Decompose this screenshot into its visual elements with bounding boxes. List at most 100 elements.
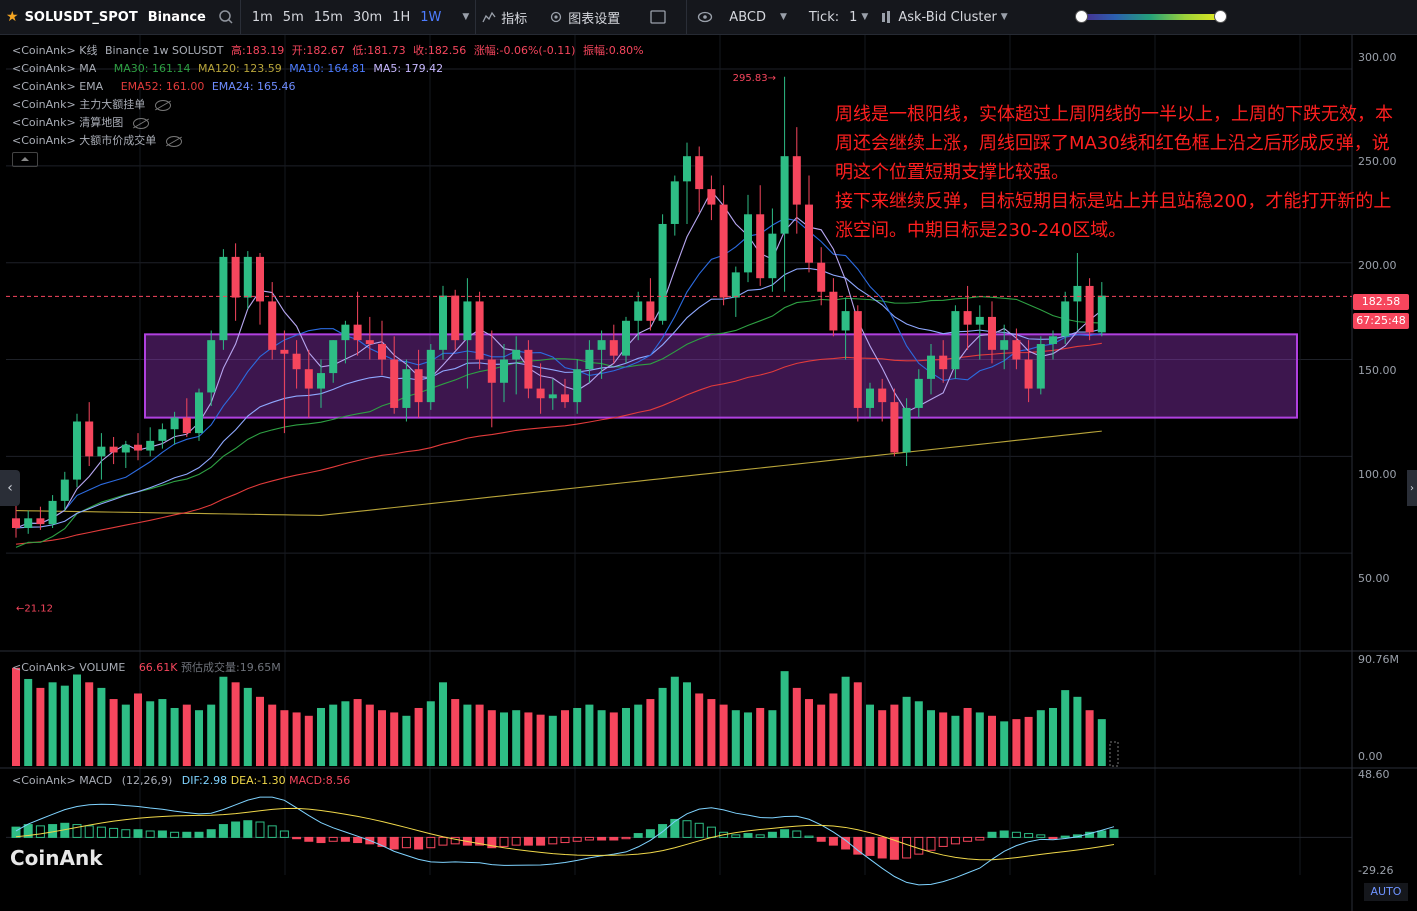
candle-body — [134, 444, 142, 451]
indicator-legend-liquidation[interactable]: <CoinAnk> 清算地图 — [12, 114, 153, 132]
volume-bar — [634, 704, 643, 766]
macd-histogram-bar — [816, 836, 826, 842]
volume-bar — [524, 712, 533, 766]
symbol-selector[interactable]: ★ SOLUSDT_SPOT Binance — [0, 0, 212, 34]
volume-bar — [182, 704, 191, 766]
macd-histogram-bar — [682, 820, 692, 838]
screenshot-button[interactable] — [644, 0, 672, 34]
macd-histogram-bar — [1097, 830, 1107, 838]
macd-histogram-bar — [902, 836, 912, 859]
ma10-value: MA10: 164.81 — [289, 62, 366, 75]
indicator-name: <CoinAnk> 清算地图 — [12, 116, 124, 129]
volume-bar — [256, 696, 264, 766]
coinank-logo: CoinAnk — [10, 846, 103, 870]
volume-bar — [85, 682, 94, 766]
kline-legend: <CoinAnk> K线 Binance 1w SOLUSDT 高:183.19… — [12, 42, 648, 60]
interval-15m[interactable]: 15m — [309, 10, 348, 25]
tick-value: 1 — [849, 9, 858, 25]
volume-bar — [1097, 719, 1106, 766]
macd-histogram-bar — [1060, 835, 1070, 838]
macd-histogram-bar — [780, 829, 790, 838]
chevron-down-icon[interactable]: ▼ — [462, 12, 469, 22]
macd-legend: <CoinAnk> MACD (12,26,9) DIF:2.98 DEA:-1… — [12, 774, 350, 787]
abcd-selector[interactable]: ABCD ▼ — [723, 0, 793, 34]
candle-body — [1073, 285, 1082, 302]
macd-histogram-bar — [279, 830, 289, 838]
eye-hidden-icon[interactable] — [133, 117, 150, 129]
interval-1m[interactable]: 1m — [247, 10, 278, 25]
candle-body — [817, 262, 826, 292]
volume-bar — [134, 693, 142, 766]
auto-scale-button[interactable]: AUTO — [1364, 883, 1408, 901]
volume-bar — [243, 687, 252, 766]
tick-selector[interactable]: Tick: 1 ▼ — [803, 0, 874, 34]
heatmap-range-slider[interactable] — [1066, 0, 1227, 34]
volume-axis-bottom: 0.00 — [1358, 750, 1383, 763]
eye-hidden-icon[interactable] — [166, 135, 183, 147]
candle-body — [487, 359, 496, 383]
kline-change: 涨幅:-0.06%(-0.11) — [473, 44, 576, 57]
interval-dropdown[interactable]: ▼ — [452, 0, 475, 34]
indicator-legend-orders[interactable]: <CoinAnk> 主力大额挂单 — [12, 96, 175, 114]
volume-legend: <CoinAnk> VOLUME 66.61K 预估成交量:19.65M — [12, 659, 281, 675]
slider-handle-left[interactable] — [1074, 10, 1088, 23]
star-icon[interactable]: ★ — [6, 9, 19, 25]
chart-settings-button[interactable]: 图表设置 — [543, 0, 626, 34]
macd-histogram-bar — [536, 836, 546, 846]
indicator-legend-trades[interactable]: <CoinAnk> 大额市价成交单 — [12, 132, 186, 150]
volume-bar — [475, 704, 484, 766]
macd-histogram-bar — [206, 829, 216, 838]
volume-bar — [500, 712, 508, 766]
macd-histogram-bar — [353, 836, 363, 844]
color-gradient-bar[interactable] — [1074, 10, 1227, 23]
chevron-left-icon[interactable]: ‹ — [0, 470, 20, 506]
candle-body — [280, 349, 289, 354]
interval-1H[interactable]: 1H — [387, 10, 415, 25]
chevron-right-icon[interactable]: › — [1407, 470, 1417, 506]
volume-bar — [683, 682, 691, 766]
slider-handle-right[interactable] — [1213, 10, 1227, 23]
macd-histogram-bar — [743, 833, 753, 838]
volume-bar — [353, 699, 362, 766]
volume-bar — [36, 687, 45, 766]
volume-bar — [622, 707, 630, 766]
drawing-tool-button[interactable] — [691, 0, 719, 34]
high-marker-label: 295.83→ — [733, 73, 776, 84]
search-icon[interactable] — [212, 0, 240, 34]
candle-body — [170, 417, 179, 430]
volume-bar — [744, 712, 752, 766]
ma30-value: MA30: 161.14 — [113, 62, 191, 75]
volume-bar — [975, 712, 984, 766]
collapse-legend-button[interactable] — [12, 152, 38, 167]
volume-bar — [646, 699, 655, 766]
macd-axis-bottom: -29.26 — [1358, 864, 1394, 877]
candle-body — [109, 446, 118, 453]
volume-bar — [341, 701, 350, 766]
candle-body — [780, 156, 789, 234]
interval-1W[interactable]: 1W — [415, 10, 446, 25]
candle-body — [902, 407, 911, 453]
macd-histogram-bar — [35, 825, 45, 838]
ma-legend: <CoinAnk> MA MA30: 161.14 MA120: 123.59 … — [12, 60, 447, 78]
volume-bar — [878, 710, 887, 766]
eye-tool-icon — [698, 11, 713, 23]
eye-hidden-icon[interactable] — [155, 99, 172, 111]
volume-bar — [829, 693, 838, 766]
macd-histogram-bar — [426, 836, 436, 849]
macd-histogram-bar — [633, 833, 643, 838]
interval-30m[interactable]: 30m — [348, 10, 387, 25]
indicators-button[interactable]: 指标 — [476, 0, 533, 34]
macd-histogram-bar — [511, 836, 521, 846]
volume-bar — [988, 715, 996, 766]
volume-bar — [365, 704, 374, 766]
macd-histogram-bar — [523, 836, 533, 846]
macd-histogram-bar — [121, 829, 131, 838]
interval-5m[interactable]: 5m — [278, 10, 309, 25]
macd-legend-title: <CoinAnk> MACD — [12, 774, 113, 787]
volume-bar — [170, 707, 179, 766]
cluster-selector[interactable]: Ask-Bid Cluster ▼ — [874, 0, 1013, 34]
volume-bar — [939, 712, 948, 766]
macd-histogram-bar — [231, 821, 241, 838]
candle-body — [36, 518, 45, 525]
candle-body — [475, 301, 484, 360]
